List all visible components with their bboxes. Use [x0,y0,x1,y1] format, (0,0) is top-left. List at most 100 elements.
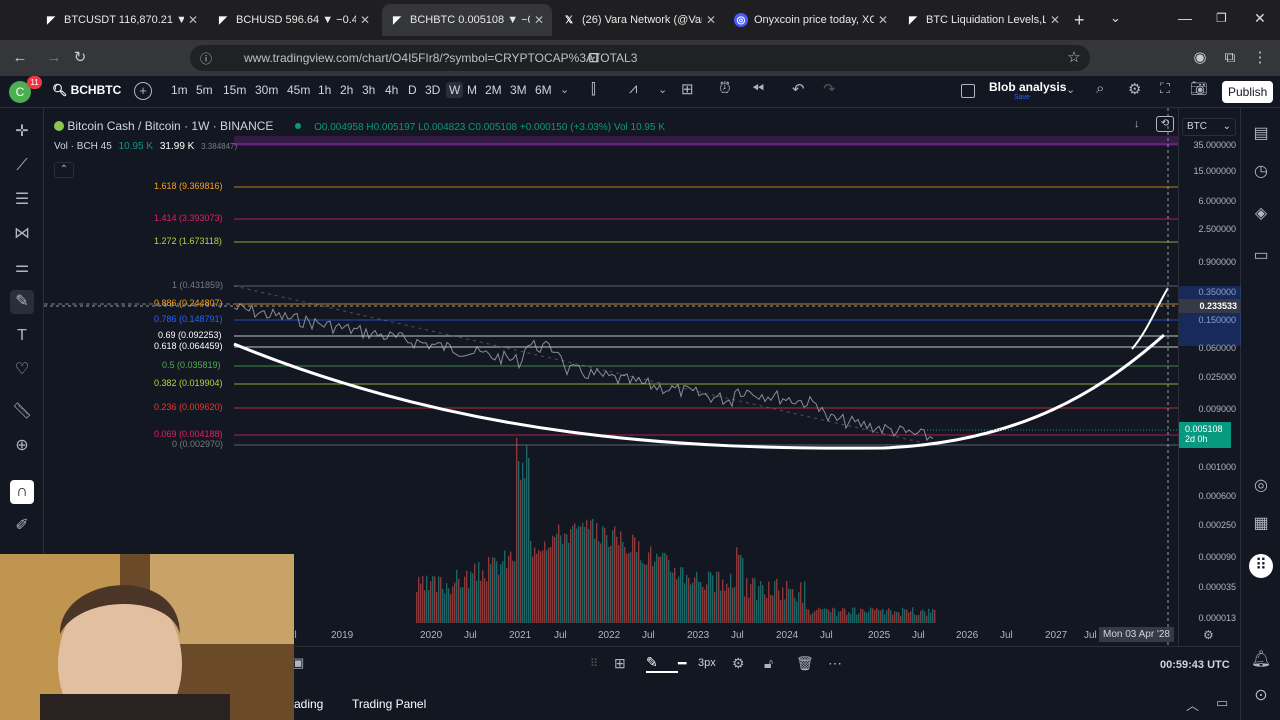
zoom-in-icon[interactable]: ⊕ [10,434,34,458]
bottom-tab-trading[interactable]: rading [290,697,323,711]
browser-tab[interactable]: ◎ Onyxcoin price today, XCN ✕ [726,6,896,34]
bookmark-star-icon[interactable]: ☆ [1064,48,1084,68]
legend-title[interactable]: Bitcoin Cash / Bitcoin · 1W · BINANCE [67,119,273,133]
forward-icon[interactable]: → [44,48,64,68]
utc-clock[interactable]: 00:59:43 UTC [1160,659,1230,671]
redo-icon[interactable]: ↷ [823,80,836,98]
lock-drawings-icon[interactable]: ✐ [10,514,34,538]
currency-selector[interactable]: BTC ⌄ [1182,118,1236,136]
price-axis[interactable]: BTC ⌄ 35.000000 15.000000 6.000000 2.500000 0… [1178,108,1241,646]
delete-trash-icon[interactable]: 🗑︎ [796,655,828,672]
collapse-legend-icon[interactable]: ⌃ [54,162,74,178]
browser-menu-icon[interactable]: ⋮ [1250,48,1270,68]
close-tab-icon[interactable]: ✕ [360,13,370,27]
install-app-icon[interactable]: ⊡ [588,49,600,66]
compare-symbol-icon[interactable]: + [134,82,152,100]
bottom-tab-trading-panel[interactable]: Trading Panel [352,697,426,711]
timeframe-45m[interactable]: 45m [287,83,310,97]
maximize-panel-icon[interactable]: ▭ [1216,695,1228,711]
close-tab-icon[interactable]: ✕ [878,13,888,27]
close-window-icon[interactable]: ✕ [1254,10,1266,27]
symbol-search[interactable]: 🔍︎ BCHBTC [52,83,121,97]
timeframe-3m[interactable]: 3M [510,83,527,97]
auto-scale-icon[interactable]: ⟲ [1156,116,1174,132]
timeframe-2m[interactable]: 2M [485,83,502,97]
timeframe-dropdown-icon[interactable]: ⌄ [560,83,569,96]
text-tool-icon[interactable]: T [10,324,34,348]
watchlist-icon[interactable]: ▤ [1249,122,1273,146]
new-tab-icon[interactable]: + [1074,10,1085,31]
target-icon[interactable]: ◎ [1249,474,1273,498]
chat-icon[interactable]: ▭ [1249,244,1273,268]
maximize-icon[interactable]: ❐ [1216,11,1227,25]
more-options-icon[interactable]: ⋯ [828,655,852,672]
prediction-icon[interactable]: ⚌ [10,256,34,280]
brush-size-value[interactable]: 3px [698,657,732,669]
layout-grid-icon[interactable]: ⊞ [681,80,694,98]
candle-type-icon[interactable]: ⫿ [591,81,596,98]
timeframe-m[interactable]: M [467,83,477,97]
scroll-down-icon[interactable]: ↓ [1134,118,1140,130]
templates-grid-icon[interactable]: ⊞ [614,655,646,672]
data-window-icon[interactable]: ◈ [1249,202,1273,226]
fullscreen-icon[interactable]: ⛶ [1160,80,1170,97]
browser-tab[interactable]: ◤ BCHUSD 596.64 ▼ −0.48% | ✕ [208,6,378,34]
alerts-clock-icon[interactable]: ◷ [1249,160,1273,184]
timeframe-2h[interactable]: 2h [340,83,353,97]
price-line[interactable] [233,302,934,442]
indicators-dropdown-icon[interactable]: ⌄ [658,83,667,96]
notifications-bell-icon[interactable]: 🔔︎ [1249,648,1273,672]
url-field[interactable]: ⓘ www.tradingview.com/chart/O4I5FIr8/?sy… [190,45,1090,71]
snapshot-camera-icon[interactable]: 📷︎ [1190,80,1208,97]
ruler-icon[interactable]: 📏︎ [10,400,34,424]
browser-tab[interactable]: ◤ BTCUSDT 116,870.21 ▼ −0.0 ✕ [36,6,206,34]
crosshair-icon[interactable]: ✛ [10,120,34,144]
site-info-icon[interactable]: ⓘ [200,50,212,67]
line-width-icon[interactable]: ━ [678,655,698,672]
alert-icon[interactable]: ⏰︎ [719,80,731,97]
timeframe-5m[interactable]: 5m [196,83,213,97]
drag-handle-icon[interactable]: ⠿ [590,657,614,670]
fib-tools-icon[interactable]: ☰ [10,188,34,212]
layout-dropdown-icon[interactable]: ⌄ [1066,83,1075,96]
layout-name[interactable]: Blob analysis [989,80,1066,94]
publish-button[interactable]: Publish [1222,81,1274,103]
timeframe-1h[interactable]: 1h [318,83,331,97]
quick-search-icon[interactable]: ⌕ [1096,80,1104,97]
apps-icon[interactable]: ⠿ [1249,554,1273,578]
axis-settings-gear-icon[interactable]: ⚙︎ [1203,628,1214,642]
close-tab-icon[interactable]: ✕ [1050,13,1060,27]
settings-gear-icon[interactable]: ⚙︎ [1128,80,1141,98]
timeframe-30m[interactable]: 30m [255,83,278,97]
timeframe-6m[interactable]: 6M [535,83,552,97]
drawing-settings-icon[interactable]: ⚙︎ [732,655,764,672]
undo-icon[interactable]: ↶ [792,80,805,98]
timeframe-d[interactable]: D [408,83,417,97]
timeframe-4h[interactable]: 4h [385,83,398,97]
browser-tab[interactable]: 𝕏 (26) Vara Network (@VaraN ✕ [554,6,724,34]
back-icon[interactable]: ← [10,48,30,68]
help-icon[interactable]: ⊙ [1249,684,1273,708]
close-tab-icon[interactable]: ✕ [706,13,716,27]
replay-icon[interactable]: ⏪︎ [752,80,764,97]
close-tab-icon[interactable]: ✕ [188,13,198,27]
tab-search-icon[interactable]: ⌄ [1110,10,1121,26]
profile-icon[interactable]: ◉ [1190,48,1210,68]
favorites-heart-icon[interactable]: ♡ [10,358,34,382]
timeframe-15m[interactable]: 15m [223,83,246,97]
brush-color-icon[interactable]: ✎ [646,654,678,673]
minimize-icon[interactable]: — [1178,10,1192,26]
timeframe-w[interactable]: W [446,82,464,98]
close-tab-icon[interactable]: ✕ [534,13,544,27]
indicators-icon[interactable]: ⩘ [629,80,637,97]
timeframe-1m[interactable]: 1m [171,83,188,97]
timeframe-3d[interactable]: 3D [425,83,440,97]
calendar-icon[interactable]: ▦ [1249,512,1273,536]
brush-icon[interactable]: ✎ [10,290,34,314]
patterns-icon[interactable]: ⋈ [10,222,34,246]
browser-tab[interactable]: ◤ BTC Liquidation Levels,Liqu ✕ [898,6,1068,34]
expand-panel-icon[interactable]: ︿ [1186,695,1199,714]
trend-line-icon[interactable]: ⟋ [10,154,34,178]
drawn-breakout-curve[interactable] [1131,287,1169,350]
magnet-icon[interactable]: ∩ [10,480,34,504]
